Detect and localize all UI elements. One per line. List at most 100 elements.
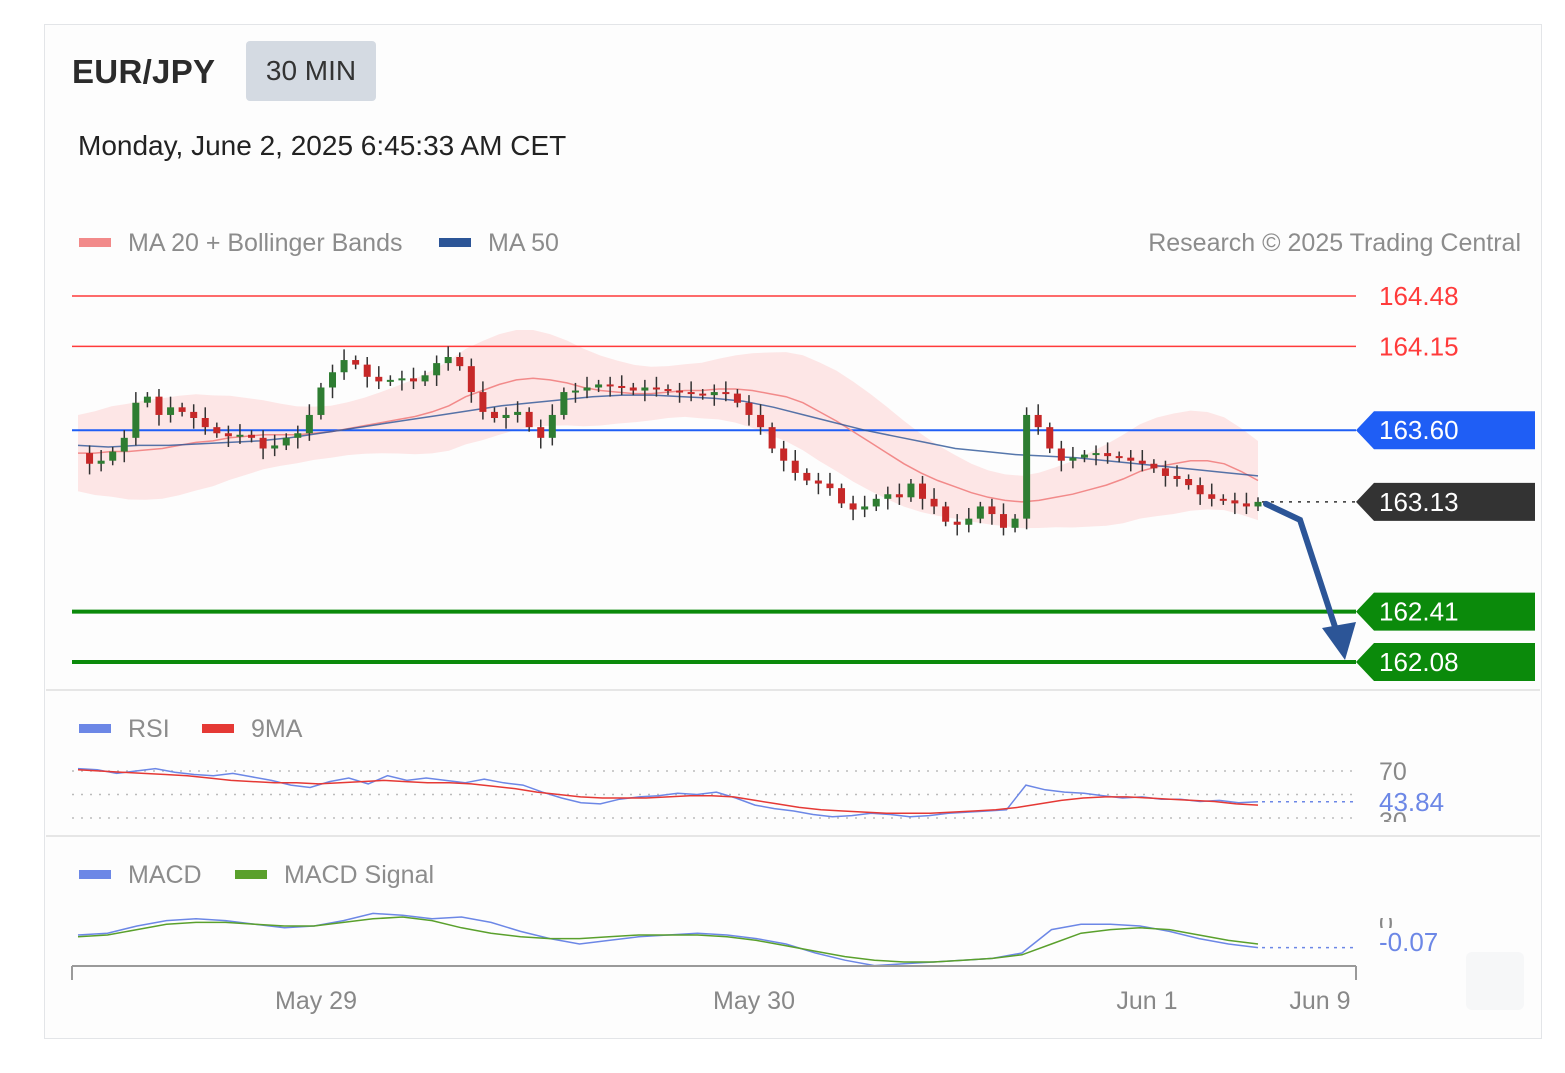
candle-body: [803, 472, 811, 481]
rsi-line: [77, 767, 1259, 818]
candle-body: [1069, 457, 1077, 461]
candle-body: [1057, 448, 1065, 461]
level-label-162.08: 162.08: [1379, 647, 1459, 677]
candle-body: [861, 506, 869, 510]
candle-body: [884, 494, 892, 499]
candle-body: [155, 396, 163, 415]
rsi-plot: 703043.84: [72, 758, 1444, 822]
candle-body: [676, 390, 684, 393]
legend-ma20-label: MA 20 + Bollinger Bands: [128, 229, 402, 257]
candle-body: [490, 411, 498, 418]
chart-canvas: MA 20 + Bollinger Bands MA 50 Research ©…: [46, 229, 1540, 1015]
candle-body: [1242, 503, 1250, 507]
candle-body: [976, 506, 984, 519]
candle-body: [907, 483, 915, 498]
candle-body: [988, 506, 996, 515]
x-tick-label: Jun 1: [1116, 987, 1177, 1015]
candle-body: [271, 445, 279, 449]
candle-body: [479, 392, 487, 412]
legend-rsi-label: RSI: [128, 715, 170, 743]
candle-body: [86, 453, 94, 464]
candle-body: [1127, 457, 1135, 461]
candle-body: [1196, 485, 1204, 495]
candle-body: [699, 393, 707, 396]
legend-9ma-swatch: [202, 724, 234, 733]
legend-macd-label: MACD: [128, 861, 202, 889]
candle-body: [606, 384, 614, 387]
rsi-tick-70: 70: [1379, 758, 1407, 786]
candle-body: [722, 392, 730, 395]
candle-body: [838, 488, 846, 504]
candle-body: [329, 372, 337, 388]
candle-body: [687, 392, 695, 395]
candle-body: [710, 392, 718, 396]
candle-body: [456, 357, 464, 367]
candle-body: [652, 387, 660, 390]
candle-body: [340, 360, 348, 373]
candle-body: [965, 518, 973, 525]
candle-body: [583, 387, 591, 391]
candle-body: [444, 357, 452, 364]
candle-body: [895, 494, 903, 498]
candle-body: [629, 387, 637, 391]
candle-body: [259, 437, 267, 449]
candle-body: [363, 364, 371, 377]
candle-body: [560, 392, 568, 415]
candle-body: [1231, 500, 1239, 504]
candle-body: [733, 393, 741, 403]
candle-body: [791, 460, 799, 473]
candle-body: [190, 411, 198, 418]
candle-body: [1092, 453, 1100, 456]
candle-body: [514, 411, 522, 415]
copyright-text: Research © 2025 Trading Central: [1148, 229, 1521, 257]
candle-body: [1150, 463, 1158, 469]
candle-body: [1023, 414, 1031, 519]
candle-body: [919, 483, 927, 499]
candle-body: [930, 498, 938, 507]
candle-body: [502, 414, 510, 418]
x-axis: May 29 May 30 Jun 1 Jun 9: [71, 965, 1357, 1015]
candle-body: [814, 480, 822, 484]
macd-line: [77, 912, 1259, 967]
candle-body: [1138, 460, 1146, 464]
candle-body: [849, 503, 857, 510]
candle-body: [780, 448, 788, 461]
legend-macd-swatch: [79, 870, 111, 879]
x-tick-label: May 30: [713, 987, 795, 1015]
candle-body: [999, 514, 1007, 528]
candle-body: [97, 460, 105, 464]
candle-body: [1208, 494, 1216, 499]
candle-body: [641, 387, 649, 391]
candle-body: [109, 451, 117, 461]
forecast-arrow-head: [1322, 622, 1356, 660]
x-tick-label: May 29: [275, 987, 357, 1015]
scroll-top-button[interactable]: [1466, 952, 1524, 1010]
candle-body: [132, 402, 140, 438]
candle-body: [1011, 518, 1019, 528]
rsi-9ma-line: [77, 769, 1259, 815]
candle-body: [398, 378, 406, 381]
legend-rsi-swatch: [79, 724, 111, 733]
candle-body: [664, 389, 672, 392]
legend-signal-swatch: [235, 870, 267, 879]
price-plot: 164.48 164.15 163.60 163.13 162.41 162.08: [72, 281, 1535, 681]
candle-body: [421, 375, 429, 382]
candle-body: [1046, 427, 1054, 449]
level-label-163.60: 163.60: [1379, 415, 1459, 445]
candle-body: [1254, 501, 1262, 507]
macd-last-value: -0.07: [1379, 927, 1438, 957]
candle-body: [525, 411, 533, 428]
candle-body: [1219, 498, 1227, 501]
candle-body: [1034, 414, 1042, 428]
candle-body: [1080, 454, 1088, 458]
candle-body: [248, 434, 256, 438]
candle-body: [953, 521, 961, 525]
candle-body: [120, 437, 128, 452]
bollinger-band: [78, 330, 1258, 529]
candle-body: [618, 385, 626, 388]
candle-body: [167, 407, 175, 415]
legend-signal-label: MACD Signal: [284, 861, 434, 889]
candle-body: [1115, 456, 1123, 459]
candle-body: [467, 366, 475, 393]
candle-body: [872, 498, 880, 507]
